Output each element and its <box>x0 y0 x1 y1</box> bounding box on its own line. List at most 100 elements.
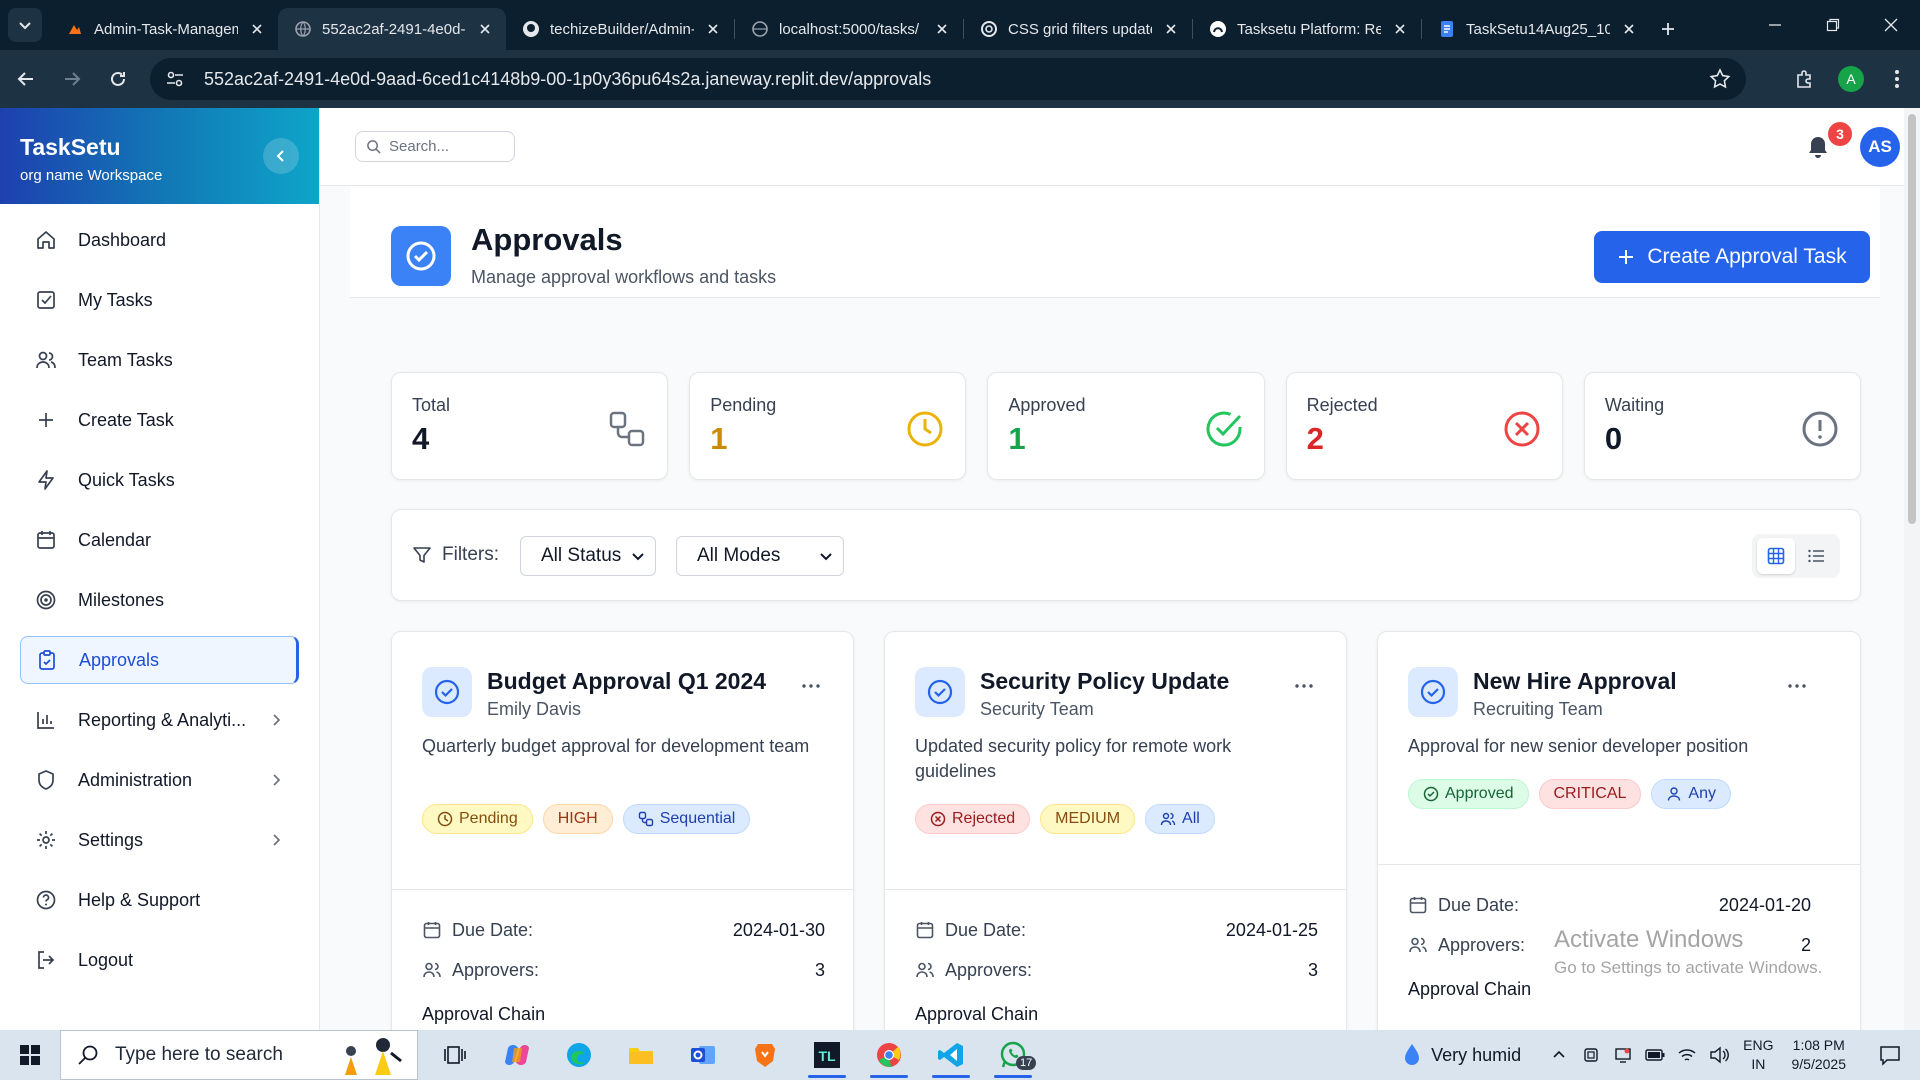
list-view-button[interactable] <box>1797 538 1835 574</box>
more-horizontal-icon[interactable] <box>799 674 823 698</box>
approval-check-icon <box>915 667 965 717</box>
taskbar-brave[interactable] <box>734 1030 796 1080</box>
close-tab-icon[interactable] <box>1162 20 1180 38</box>
taskbar-chrome[interactable] <box>858 1030 920 1080</box>
url-text[interactable]: 552ac2af-2491-4e0d-9aad-6ced1c4148b9-00-… <box>204 69 1708 90</box>
taskbar-vscode[interactable] <box>920 1030 982 1080</box>
page-header: Approvals Manage approval workflows and … <box>350 186 1880 298</box>
taskbar-clock[interactable]: 1:08 PM 9/5/2025 <box>1792 1036 1847 1074</box>
sidebar-item-milestones[interactable]: Milestones <box>20 576 299 624</box>
browser-tab[interactable]: TaskSetu14Aug25_10 <box>1422 8 1650 50</box>
meet-now-icon[interactable] <box>1581 1045 1601 1065</box>
sidebar-item-approvals[interactable]: Approvals <box>20 636 299 684</box>
start-button[interactable] <box>0 1030 60 1080</box>
taskbar-copilot[interactable] <box>486 1030 548 1080</box>
sidebar-item-calendar[interactable]: Calendar <box>20 516 299 564</box>
puzzle-icon <box>1797 70 1811 88</box>
status-filter-select[interactable]: All Status <box>520 536 656 576</box>
sidebar-item-team-tasks[interactable]: Team Tasks <box>20 336 299 384</box>
new-tab-button[interactable] <box>1650 8 1686 50</box>
mode-filter-select[interactable]: All Modes <box>676 536 844 576</box>
volume-icon[interactable] <box>1709 1045 1730 1065</box>
wifi-icon[interactable] <box>1677 1045 1697 1065</box>
approvers-count: 3 <box>1307 959 1318 980</box>
site-info-icon[interactable] <box>164 68 186 90</box>
taskbar-tl-app[interactable]: TL <box>796 1030 858 1080</box>
workflow-icon <box>638 811 653 827</box>
input-language-indicator[interactable]: ENG IN <box>1743 1036 1773 1074</box>
page-scrollbar[interactable] <box>1904 108 1920 1030</box>
minimize-button[interactable] <box>1746 0 1804 50</box>
vscode-icon <box>938 1043 963 1067</box>
forward-button[interactable] <box>52 59 92 99</box>
logout-icon <box>34 948 58 972</box>
mode-badge: All <box>1145 804 1215 834</box>
more-horizontal-icon[interactable] <box>1292 674 1316 698</box>
search-input[interactable]: Search... <box>355 131 515 162</box>
browser-tab[interactable]: Tasksetu Platform: Requirements <box>1193 8 1421 50</box>
grid-view-button[interactable] <box>1757 538 1795 574</box>
calendar-icon <box>1409 897 1427 914</box>
close-tab-icon[interactable] <box>704 20 722 38</box>
sidebar-item-logout[interactable]: Logout <box>20 936 299 984</box>
sidebar-item-create-task[interactable]: Create Task <box>20 396 299 444</box>
battery-icon[interactable] <box>1645 1045 1665 1065</box>
address-bar[interactable]: 552ac2af-2491-4e0d-9aad-6ced1c4148b9-00-… <box>150 58 1746 100</box>
close-tab-icon[interactable] <box>933 20 951 38</box>
restore-button[interactable] <box>1804 0 1862 50</box>
notification-center-button[interactable] <box>1872 1037 1908 1073</box>
sidebar-item-dashboard[interactable]: Dashboard <box>20 216 299 264</box>
task-view-button[interactable] <box>424 1030 486 1080</box>
sidebar-item-administration[interactable]: Administration <box>20 756 299 804</box>
profile-button[interactable]: A <box>1828 56 1874 102</box>
browser-tab[interactable]: techizeBuilder/Admin-Task <box>506 8 734 50</box>
home-icon <box>34 228 58 252</box>
close-window-button[interactable] <box>1862 0 1920 50</box>
chevron-up-icon[interactable] <box>1549 1045 1569 1065</box>
taskbar-whatsapp[interactable]: 17 <box>982 1030 1044 1080</box>
browser-tab-active[interactable]: 552ac2af-2491-4e0d-9aad <box>278 8 506 50</box>
stat-card-total: Total 4 <box>391 372 669 480</box>
browser-tab-bar: Admin-Task-Management 552ac2af-2491-4e0d… <box>0 0 1920 50</box>
weather-widget[interactable]: Very humid <box>1401 1042 1521 1068</box>
sidebar-item-settings[interactable]: Settings <box>20 816 299 864</box>
sidebar-item-quick-tasks[interactable]: Quick Tasks <box>20 456 299 504</box>
reload-button[interactable] <box>98 59 138 99</box>
user-avatar[interactable]: AS <box>1860 127 1900 167</box>
taskbar-outlook[interactable] <box>672 1030 734 1080</box>
close-tab-icon[interactable] <box>1391 20 1409 38</box>
sidebar-nav: Dashboard My Tasks Team Tasks Create Tas… <box>0 204 319 984</box>
approval-check-icon <box>1408 667 1458 717</box>
browser-tab[interactable]: localhost:5000/tasks/ <box>735 8 963 50</box>
close-tab-icon[interactable] <box>1620 20 1638 38</box>
stats-row: Total 4 Pending 1 Approved 1 Rejected 2 … <box>391 372 1862 480</box>
approval-card[interactable]: Budget Approval Q1 2024 Emily Davis Quar… <box>391 631 854 1030</box>
display-icon[interactable] <box>1613 1045 1633 1065</box>
approvers-row: Approvers: 3 <box>422 956 825 984</box>
browser-toolbar: 552ac2af-2491-4e0d-9aad-6ced1c4148b9-00-… <box>0 50 1920 108</box>
taskbar-edge[interactable] <box>548 1030 610 1080</box>
approval-card[interactable]: Security Policy Update Security Team Upd… <box>884 631 1347 1030</box>
sidebar-item-reporting[interactable]: Reporting & Analyti... <box>20 696 299 744</box>
taskbar-file-explorer[interactable] <box>610 1030 672 1080</box>
checkbox-icon <box>34 288 58 312</box>
browser-menu-button[interactable] <box>1874 56 1920 102</box>
scrollbar-thumb[interactable] <box>1908 114 1916 524</box>
close-tab-icon[interactable] <box>476 20 494 38</box>
sidebar-item-my-tasks[interactable]: My Tasks <box>20 276 299 324</box>
stat-value-rejected: 2 <box>1306 421 1324 456</box>
close-tab-icon[interactable] <box>248 20 266 38</box>
collapse-sidebar-button[interactable] <box>263 138 299 174</box>
tab-search-button[interactable] <box>8 8 42 42</box>
browser-tab[interactable]: CSS grid filters update <box>964 8 1192 50</box>
window-controls <box>1746 0 1920 50</box>
extensions-button[interactable] <box>1782 56 1828 102</box>
sidebar-item-help[interactable]: Help & Support <box>20 876 299 924</box>
back-button[interactable] <box>6 59 46 99</box>
create-approval-task-button[interactable]: Create Approval Task <box>1594 231 1870 283</box>
bookmark-star-icon[interactable] <box>1708 67 1732 91</box>
more-horizontal-icon[interactable] <box>1785 674 1809 698</box>
stat-value-waiting: 0 <box>1604 421 1623 456</box>
taskbar-search-input[interactable]: Type here to search <box>60 1030 418 1080</box>
browser-tab[interactable]: Admin-Task-Management <box>50 8 278 50</box>
